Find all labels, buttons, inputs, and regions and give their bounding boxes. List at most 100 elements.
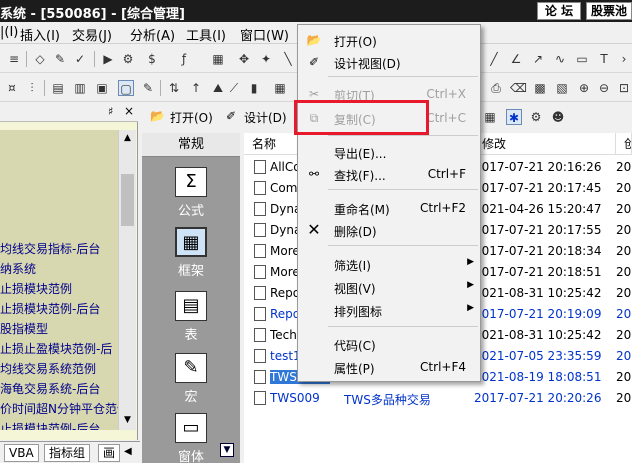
toolbar-mountain-icon[interactable]: ⛰ [210,80,226,96]
tree-item[interactable]: 止损模块范例-后台 [0,420,118,430]
toolbar-paste-icon[interactable]: ▧ [554,80,570,96]
menu-item-export[interactable]: 导出(E)... [298,141,480,163]
toolbar-fit-icon[interactable]: ⊡ [616,80,632,96]
toolbar-draw-icon[interactable]: ✦ [258,51,274,67]
category-macro[interactable]: ✎ 宏 [142,351,240,409]
toolbar-calc-icon[interactable]: ▦ [272,80,288,96]
scroll-down-icon[interactable]: ▼ [119,412,136,428]
tree-item[interactable]: 纳系统 [0,260,118,278]
toolbar-bars-icon[interactable]: ≡ [6,51,22,67]
strategy-tree: 均线交易指标-后台 纳系统 止损模块范例 止损模块范例-后台 股指模型 止损止盈… [0,130,118,430]
menu-item-window[interactable]: 窗口(W) [240,25,289,44]
tree-item[interactable]: 股指模型 [0,320,118,338]
toolbar-zoom-in-icon[interactable]: ⊕ [576,80,592,96]
menu-item-delete[interactable]: ✕ 删除(D) [298,219,480,241]
category-frame[interactable]: ▦ 框架 [142,225,240,283]
table-row[interactable]: TWS009 TWS多品种交易 2017-07-21 20:20:26 20 [244,388,632,408]
toolbar-table-icon[interactable]: ▤ [50,80,66,96]
menu-item-code[interactable]: 代码(C) [298,333,480,355]
menu-item-design-view[interactable]: ✐ 设计视图(D) [298,51,480,73]
toolbar-line-chart-icon[interactable]: ⟋ [226,80,242,96]
open-button[interactable]: 打开(O) [170,109,213,126]
toolbar-window-icon[interactable]: ▢ [118,80,134,96]
title-bar: 系统 - [550086] - [综合管理] 论 坛 股票池 [0,0,632,22]
menu-item-tools[interactable]: 工具(I) [186,25,226,44]
pin-icon[interactable]: ♯ [108,105,113,118]
menu-item-rename[interactable]: 重命名(M) Ctrl+F2 [298,197,480,219]
details-view-icon[interactable]: ▦ [482,109,498,125]
toolbar-script-icon[interactable]: ✎ [140,80,156,96]
category-table[interactable]: ▤ 表 [142,289,240,347]
toolbar-gear-icon[interactable]: ⚙ [120,51,136,67]
toolbar-angle-icon[interactable]: ∠ [508,51,524,67]
tab-draw[interactable]: 画 [98,444,121,462]
toolbar-erase-icon[interactable]: ⌫ [510,80,527,96]
toolbar-edit-icon[interactable]: ✎ [52,51,68,67]
tree-item[interactable]: 价时间超N分钟平仓范例 [0,400,118,418]
tab-indicator-group[interactable]: 指标组 [44,444,91,462]
menu-item-arrange-icons[interactable]: 排列图标 ▶ [298,299,480,321]
tree-item[interactable]: 均线交易指标-后台 [0,240,118,258]
toolbar-grid-icon[interactable]: ▦ [210,51,226,67]
forum-button[interactable]: 论 坛 [537,2,581,20]
menu-item-properties[interactable]: 属性(P) Ctrl+F4 [298,356,480,378]
toolbar-fx-icon[interactable]: ƒ [176,51,192,67]
settings-gear-icon[interactable]: ✱ [506,109,522,125]
category-dropdown-icon[interactable]: ▼ [220,443,234,457]
toolbar-text-icon[interactable]: T [596,51,612,67]
close-icon[interactable]: × [124,104,134,118]
toolbar-chart-icon[interactable]: ⫶ [24,80,40,96]
tree-item[interactable]: 止损模块范例-后台 [0,300,118,318]
menu-item-insert[interactable]: 插入(I) [20,25,60,44]
toolbar-save-icon[interactable]: ▩ [532,80,548,96]
tree-item[interactable]: 均线交易系统范例 [0,360,118,378]
toolbar-line-icon[interactable]: ╲ [280,51,296,67]
left-scrollbar[interactable]: ▲ ▼ [118,130,136,430]
toolbar-rise-icon[interactable]: ↑ [188,80,204,96]
toolbar-diagonal-icon[interactable]: ╱ [486,51,502,67]
tab-vba[interactable]: VBA [4,444,39,462]
list-toolbar: 📂 打开(O) ✐ 设计(D) [142,104,302,130]
help-icon[interactable]: ☻ [550,109,566,125]
menu-item-view[interactable]: |(I) [0,25,18,40]
toolbar-play-icon[interactable]: ▶ [100,51,116,67]
category-label: 公式 [177,204,204,219]
scroll-thumb[interactable] [121,174,134,226]
category-header[interactable]: 常规 [142,133,240,157]
toolbar-diamond-icon[interactable]: ◇ [32,51,48,67]
toolbar-move-icon[interactable]: ✥ [236,51,252,67]
toolbar-arrow-icon[interactable]: ↗ [530,51,546,67]
design-icon: ✐ [226,109,237,123]
tree-item[interactable]: 止损止盈模块范例-后 [0,340,118,358]
design-button[interactable]: 设计(D) [244,109,287,126]
stock-pool-button[interactable]: 股票池 [586,2,632,20]
menu-item-find[interactable]: ⚯ 查找(F)... Ctrl+F [298,163,480,185]
toolbar-sort-icon[interactable]: ⇅ [166,80,182,96]
scroll-up-icon[interactable]: ▲ [119,130,136,146]
toolbar-check-icon[interactable]: ✓ [72,51,88,67]
menu-item-open[interactable]: 📂 打开(O) [298,29,480,51]
toolbar-stock-icon[interactable]: ¤ [4,80,20,96]
menu-item-trade[interactable]: 交易(J) [72,25,112,44]
menu-item-analysis[interactable]: 分析(A) [130,25,175,44]
tree-item[interactable]: 海龟交易系统-后台 [0,380,118,398]
toolbar-list-icon[interactable]: ▥ [72,80,88,96]
toolbar-bar-chart-icon[interactable]: ▮ [246,80,262,96]
column-header-created[interactable]: 创建 [616,133,632,155]
toolbar-frame-icon[interactable]: ▣ [94,80,110,96]
toolbar-zoom-out-icon[interactable]: ⊖ [596,80,612,96]
toolbar-wave-icon[interactable]: ∿ [552,51,568,67]
tab-scroll-icon[interactable]: ◀ [124,446,132,457]
category-formula[interactable]: Σ 公式 [142,165,240,223]
tree-item[interactable]: 止损模块范例 [0,280,118,298]
window-title: 系统 - [550086] - [综合管理] [0,7,185,22]
column-header-modified[interactable]: 修改 [474,133,616,155]
toolbar-rect-icon[interactable]: ▭ [574,51,590,67]
menu-item-view[interactable]: 视图(V) ▶ [298,276,480,298]
toolbar-print-icon[interactable]: ⎙ [488,80,504,96]
options-gear-icon[interactable]: ⚙ [528,109,544,125]
toolbar-more-icon[interactable]: › [616,51,632,67]
menu-item-filter[interactable]: 筛选(I) ▶ [298,253,480,275]
toolbar-dollar-icon[interactable]: $ [144,51,160,67]
category-label: 框架 [177,264,204,279]
